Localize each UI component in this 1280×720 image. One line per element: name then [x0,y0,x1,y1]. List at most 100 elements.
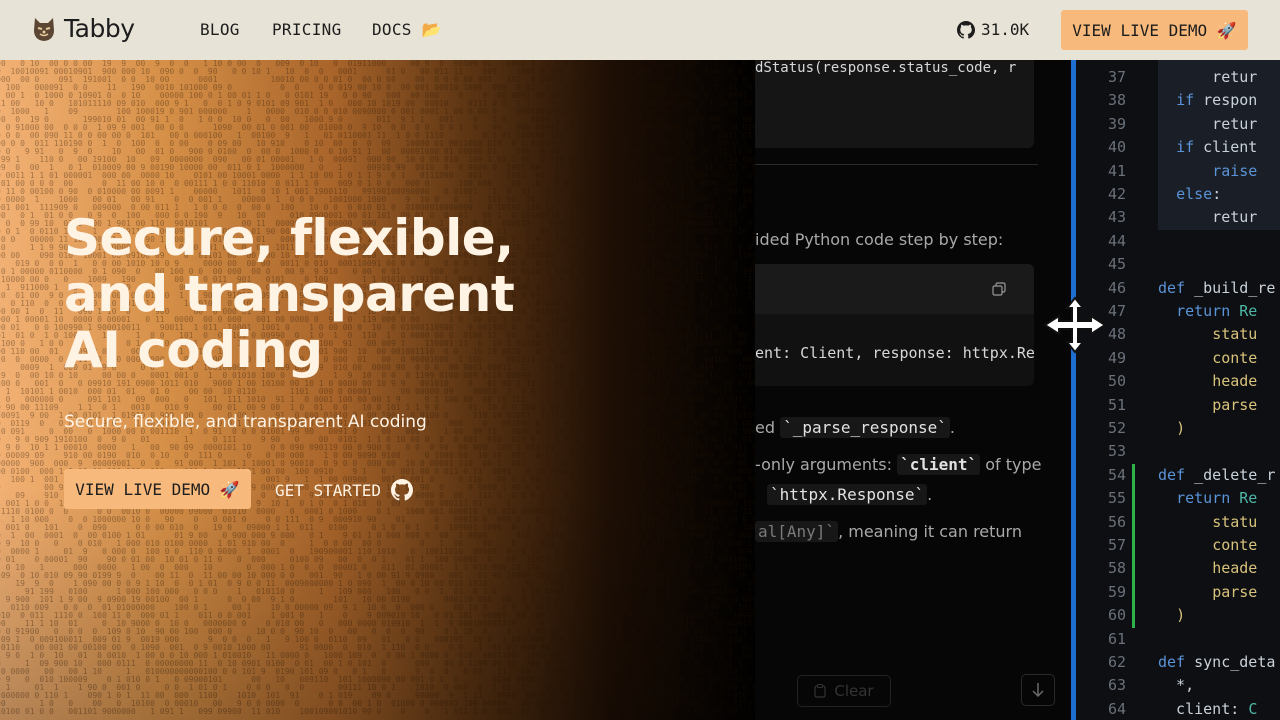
code-line: return Re [1176,489,1258,508]
noise-row: 11 00 10 0 101011110 09 010 000 9 1 0 0 … [0,99,760,108]
github-icon [390,479,413,501]
line-number: 61 [1107,629,1126,648]
noise-row: 0110 00 001 00 00100 00 0 1090 001 0 9 0… [0,643,760,652]
code-line: if respon [1176,91,1258,110]
chat-divider [755,164,1038,165]
clear-button[interactable]: Clear [797,675,891,707]
noise-row: 00 0 10 00 0 0 00 19 9 00 9 0 0 1 10 0 0… [0,60,760,68]
chat-paragraph-1: ed `_parse_response`. [755,417,955,438]
noise-row: 1 10101 1 0010 000 01 01 01 0 00 00 10 0… [0,387,760,396]
inline-code-parse-response: `_parse_response` [780,417,950,438]
noise-row: 0 0000 1 01 9 0 000 0 100 0 0 110 0 9000… [0,547,760,556]
noise-row: 10100 01 0 0 001101 9000000 1 091 1 099 … [0,707,760,716]
line-number: 63 [1107,676,1126,695]
copy-icon[interactable] [992,282,1006,296]
noise-row: 9 900 101 1 9 00 9 0900 19 00100 00 1 0 … [0,595,760,604]
line-number: 37 [1107,68,1126,86]
line-number: 51 [1107,395,1126,414]
line-number: 41 [1107,161,1126,180]
line-number: 57 [1107,536,1126,554]
hero-section: 00 0 10 00 0 0 00 19 9 00 9 0 0 1 10 0 0… [0,60,760,720]
code-line: retur [1158,208,1258,227]
line-number: 44 [1107,231,1126,250]
hero-title: Secure, flexible, and transparent AI cod… [64,209,515,379]
tabby-cat-icon [34,17,54,41]
noise-row: 09 0 00 1 0 1 010009 00 9 00190 10000 00… [0,163,760,172]
line-number: 60 [1107,606,1126,625]
brand-name: Tabby [64,14,135,43]
brand-logo[interactable]: Tabby [32,14,135,43]
noise-row: 0 01 0 00001 90 90 0 01 00 10 01 0 11 0 … [0,555,760,564]
code-line: retur [1158,68,1258,86]
move-cursor-icon [1043,296,1107,354]
code-line: heade [1212,559,1258,578]
github-icon [957,20,975,39]
noise-row: 1110 0100 0 0 0 0 0010 0 00000 09000 010… [0,507,760,516]
line-number: 43 [1107,208,1126,227]
nav-live-demo-button[interactable]: VIEW LIVE DEMO 🚀 [1061,10,1248,50]
line-number: 58 [1107,559,1126,578]
noise-row: 0 000000 0 091 101 09 000 0 101 111 1010… [0,395,760,404]
noise-row: 9 0 10 1 1 00010 0000 1 00 90 09 0000101… [0,443,760,452]
noise-row: 000 00 0 091 191001 0 0 10 00 0001 10010… [0,75,760,84]
code-line: if client [1176,138,1258,157]
code-line: return Re [1176,302,1258,320]
code-line: ) [1176,606,1186,625]
noise-row: 0 10 1 000 0000 1 00 0 000 10 0 000 1 0 … [0,563,760,572]
code-block: ent: Client, response: httpx.Re [755,264,1035,386]
code-editor: 37 retur 38 if respon 39 retur 40 if client… [1076,60,1280,720]
p1-pre: ed [755,418,781,437]
noise-row: 19 9 0 1 090 00 0 0 9 1 10 0 0 1 01 0 9 … [0,579,760,588]
arrow-down-icon [1032,683,1044,698]
p1-post: . [949,418,955,437]
hero-live-demo-button[interactable]: VIEW LIVE DEMO 🚀 [64,469,251,509]
code-block-top-line: dStatus(response.status_code, r [755,60,1017,76]
code-line: def _delete_r [1158,465,1276,484]
p3-post: . [927,485,933,504]
code-line: def _build_re [1158,278,1276,297]
line-number: 59 [1107,582,1126,601]
scroll-down-button[interactable] [1021,674,1055,706]
noise-row: 0 91000 00 0 0 0 1 09 9 001 00 0 0 1090 … [0,123,760,132]
chat-panel: dStatus(response.status_code, r ided Pyt… [755,60,1072,720]
hero-title-line-2: and transparent [64,265,515,323]
hero-title-line-3: AI coding [64,321,323,379]
noise-row: 001 0 101 0 090 0 0 00 010 0 19 0 09000 … [0,523,760,532]
code-line: *, [1158,676,1195,695]
line-number: 38 [1107,91,1126,110]
noise-row: 0 9 10 0 0 0 010 1 000 010 0100 0000 1 0… [0,539,760,548]
line-number: 40 [1107,138,1126,157]
noise-row: 91 199 0100 1 000 100 000 0 0 0 1 010110… [0,587,760,596]
github-stars-link[interactable]: 31.0K [957,20,1029,39]
chat-intro-text: ided Python code step by step: [755,230,1004,249]
line-number: 64 [1107,699,1126,718]
noise-row: 99 1 110 0 00 19100 10 09 0000000 090 00… [0,155,760,164]
noise-row: 0 0 0 00 090 11 0 0 00 00 0 101 00 0 000… [0,131,760,140]
p4-post: , meaning it can return [838,522,1022,541]
noise-row: 00 1 0 1000 0 10901 0 0 10 00000 100 0 1… [0,91,760,100]
nav-link-pricing[interactable]: PRICING [272,20,342,39]
code-line: client: C [1158,699,1258,718]
hero-title-line-1: Secure, flexible, [64,209,514,267]
nav-link-docs[interactable]: DOCS 📂 [372,20,442,39]
noise-row: 0 0 9 91 0 9 0 10 00 01 0 900 0 0100 0 0… [0,147,760,156]
chat-paragraph-3: `httpx.Response`. [767,484,933,505]
code-block-top: dStatus(response.status_code, r [755,60,1034,148]
code-line: parse [1212,395,1258,414]
inline-code-any: al[Any]` [755,521,839,542]
noise-row: 000000 0 110 1 090 1 0 1 11 00 000 1100 … [0,691,760,700]
noise-row: 00 0 19 0 199010 01 00 91 1 0 1 0 0 10 0… [0,115,760,124]
noise-row: 00 0 0 011 110190 0 1 0 100 0 0 00 0 09 … [0,139,760,148]
noise-row: 0 90 00 11109 1 1 0 1 0010 010 9 00 01 0… [0,403,760,412]
nav-link-blog[interactable]: BLOG [200,20,240,39]
noise-row: 1 1 01 1 1 90 0 001 0 0 0 1 01 0 1 0 0 0… [0,683,760,692]
noise-row: 0 0000 1 1000 00 01 00 91 0 0 001 1 0000… [0,195,760,204]
code-line: statu [1212,512,1258,531]
diff-added-bar [1132,464,1135,628]
noise-row: 0 1 09 900 10 000 0111 0 00000000 11 0 1… [0,659,760,668]
get-started-label: GET STARTED [275,480,381,500]
noise-row: 0 0 91900 0 0 0 0 109 0 10 90 00 100 000… [0,627,760,636]
noise-row: 0 1000 1 09 100 100019 0 901 000000 1 00… [0,107,760,116]
get-started-link[interactable]: GET STARTED [275,479,413,501]
line-number: 55 [1107,489,1126,508]
